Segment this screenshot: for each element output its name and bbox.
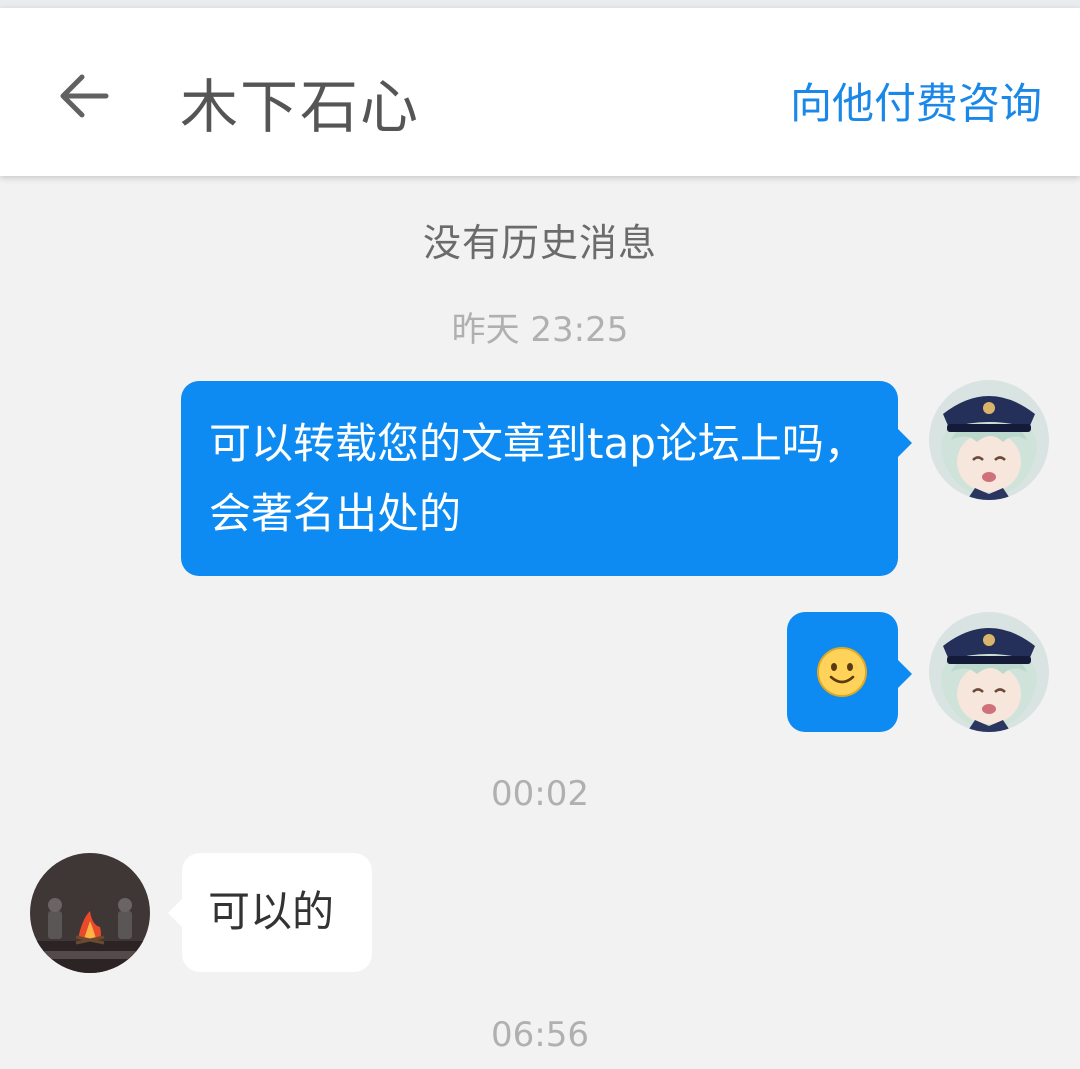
campfire-avatar-icon — [30, 853, 150, 973]
outgoing-message-bubble[interactable]: 可以转载您的文章到tap论坛上吗，会著名出处的 — [181, 381, 912, 576]
contact-avatar[interactable] — [30, 853, 150, 973]
anime-girl-avatar-icon — [929, 380, 1049, 500]
incoming-message-bubble[interactable]: 可以的 — [168, 853, 372, 972]
user-avatar[interactable] — [929, 380, 1049, 500]
no-history-notice: 没有历史消息 — [422, 221, 657, 265]
back-button[interactable] — [52, 64, 116, 128]
timestamp: 06:56 — [491, 1015, 589, 1055]
message-text: 可以转载您的文章到tap论坛上吗，会著名出处的 — [209, 419, 866, 538]
timestamp: 昨天 23:25 — [451, 310, 629, 350]
paid-consult-button[interactable]: 向他付费咨询 — [790, 70, 1042, 131]
message-text: 可以的 — [208, 887, 335, 936]
smile-emoji-icon — [817, 647, 867, 697]
chat-title: 木下石心 — [180, 73, 421, 141]
status-bar-strip — [0, 0, 1080, 8]
chat-header: 木下石心 向他付费咨询 — [0, 8, 1080, 176]
timestamp: 00:02 — [491, 774, 589, 814]
user-avatar[interactable] — [929, 612, 1049, 732]
anime-girl-avatar-icon — [929, 612, 1049, 732]
back-arrow-icon — [60, 74, 109, 118]
outgoing-emoji-bubble[interactable] — [787, 612, 912, 732]
